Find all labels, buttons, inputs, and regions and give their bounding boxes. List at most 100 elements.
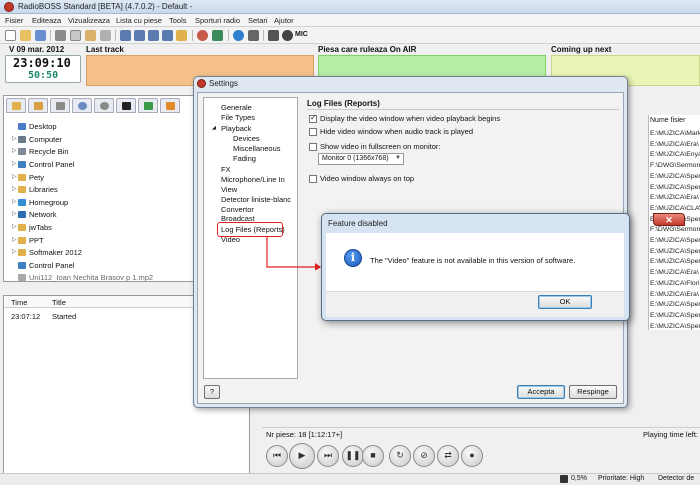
mic-label[interactable]: MIC <box>295 31 308 38</box>
shuffle-button[interactable]: ⇄ <box>437 445 459 467</box>
tools-icon[interactable] <box>268 30 279 41</box>
display-video-checkbox[interactable] <box>309 113 317 123</box>
expand-arrow-icon[interactable]: ◢ <box>212 125 216 131</box>
log-col-title[interactable]: Title <box>52 298 66 307</box>
tab-history[interactable] <box>72 98 92 113</box>
help-button[interactable]: ? <box>204 385 220 399</box>
menu-fisier[interactable]: Fisier <box>5 16 23 25</box>
menu-tools[interactable]: Tools <box>169 16 187 25</box>
folder-icon[interactable] <box>176 30 187 41</box>
microphone-icon[interactable] <box>282 30 293 41</box>
next-button[interactable]: ⏭ <box>317 445 339 467</box>
playlist-row[interactable]: E:\MUZICA\Era\ <box>650 194 699 201</box>
schedule-icon[interactable] <box>212 30 223 41</box>
play-button[interactable]: ▶ <box>289 443 315 469</box>
menu-vizualizeaza[interactable]: Vizualizeaza <box>68 16 110 25</box>
playlist-row[interactable]: E:\MUZICA\Sper <box>650 323 700 330</box>
expand-arrow-icon[interactable]: ▷ <box>12 210 17 217</box>
hide-video-checkbox[interactable] <box>309 128 317 136</box>
move-top-icon[interactable] <box>120 30 131 41</box>
expand-arrow-icon[interactable]: ▷ <box>12 147 17 154</box>
move-bottom-icon[interactable] <box>162 30 173 41</box>
move-down-icon[interactable] <box>148 30 159 41</box>
menu-sporturi-radio[interactable]: Sporturi radio <box>195 16 240 25</box>
tree-item[interactable]: Uni112_Ioan Nechita Brasov p 1.mp2 <box>18 273 153 282</box>
log-col-time[interactable]: Time <box>11 298 27 307</box>
tree-item[interactable]: Control Panel <box>18 261 74 270</box>
tree-item[interactable]: ▷ PPT <box>12 236 44 245</box>
tree-item[interactable]: ▷ Pety <box>12 173 44 182</box>
fullscreen-checkbox[interactable] <box>309 143 317 151</box>
settings-nav-item[interactable]: FX <box>221 165 231 174</box>
expand-arrow-icon[interactable]: ▷ <box>12 160 17 167</box>
tree-item[interactable]: Desktop <box>18 122 57 131</box>
expand-arrow-icon[interactable]: ▷ <box>12 135 17 142</box>
expand-arrow-icon[interactable]: ▷ <box>12 173 17 180</box>
playlist-row[interactable]: E:\MUZICA\Enya <box>650 151 700 158</box>
mic-button[interactable]: ● <box>461 445 483 467</box>
settings-nav-item[interactable]: View <box>221 185 237 194</box>
playlist-row[interactable]: E:\MUZICA\Flori <box>650 280 699 287</box>
previous-button[interactable]: ⏮ <box>266 445 288 467</box>
cancel-button[interactable]: Respinge <box>569 385 617 399</box>
playlist-row[interactable]: E:\MUZICA\Sper <box>650 184 700 191</box>
tree-item[interactable]: ▷ jwTabs <box>12 223 52 232</box>
paste-icon[interactable] <box>85 30 96 41</box>
cut-icon[interactable] <box>55 30 66 41</box>
repeat-button[interactable]: ↻ <box>389 445 411 467</box>
tab-clock[interactable] <box>94 98 114 113</box>
copy-icon[interactable] <box>70 30 81 41</box>
tree-item[interactable]: ▷ Control Panel <box>12 160 74 169</box>
playlist-row[interactable]: F:\DWG\Sermon <box>650 162 700 169</box>
playlist-row[interactable]: F:\DWG\Sermon <box>650 226 700 233</box>
settings-nav-item[interactable]: Convertor <box>221 205 254 214</box>
playlist-row[interactable]: E:\MUZICA\Sper <box>650 248 700 255</box>
playlist-row[interactable]: E:\MUZICA\Era\ <box>650 291 699 298</box>
playlist-row[interactable]: E:\MUZICA\Sper <box>650 173 700 180</box>
menu-ajutor[interactable]: Ajutor <box>274 16 294 25</box>
menu-setari[interactable]: Setari <box>248 16 268 25</box>
playlist-row[interactable]: E:\MUZICA\Mark <box>650 130 700 137</box>
new-file-icon[interactable] <box>5 30 16 41</box>
accept-button[interactable]: Accepta <box>517 385 565 399</box>
tree-item[interactable]: ▷ Softmaker 2012 <box>12 248 82 257</box>
playlist-row[interactable]: E:\MUZICA\Era\ <box>650 269 699 276</box>
tree-item[interactable]: ▷ Network <box>12 210 57 219</box>
tab-search[interactable] <box>28 98 48 113</box>
tree-item[interactable]: ▷ Recycle Bin <box>12 147 69 156</box>
settings-nav-item[interactable]: File Types <box>221 113 255 122</box>
playlist-row[interactable]: E:\MUZICA\CLAV <box>650 205 700 212</box>
expand-arrow-icon[interactable]: ▷ <box>12 185 17 192</box>
menu-editeaza[interactable]: Editeaza <box>32 16 61 25</box>
settings-nav-item[interactable]: Microphone/Line In <box>221 175 285 184</box>
settings-nav-item[interactable]: Miscellaneous <box>233 144 281 153</box>
stop-after-button[interactable]: ⊘ <box>413 445 435 467</box>
settings-nav-item[interactable]: Detector liniste-blanc <box>221 195 291 204</box>
settings-nav-item[interactable]: Generale <box>221 103 252 112</box>
globe-icon[interactable] <box>233 30 244 41</box>
monitor-select[interactable]: Monitor 0 (1366x768) ▼ <box>318 153 404 165</box>
playlist-row[interactable]: E:\MUZICA\Sper <box>650 312 700 319</box>
playlist-col-filename[interactable]: Nume fisier <box>650 117 685 124</box>
options-icon[interactable] <box>248 30 259 41</box>
close-button[interactable]: ✕ <box>653 213 685 226</box>
expand-arrow-icon[interactable]: ▷ <box>12 198 17 205</box>
tab-terminal[interactable] <box>116 98 136 113</box>
playlist-row[interactable]: E:\MUZICA\Sper <box>650 237 700 244</box>
expand-arrow-icon[interactable]: ▷ <box>12 223 17 230</box>
playlist-row[interactable]: E:\MUZICA\Era\ <box>650 141 699 148</box>
pause-button[interactable]: ❚❚ <box>342 445 364 467</box>
move-up-icon[interactable] <box>134 30 145 41</box>
playlist-row[interactable]: E:\MUZICA\Sper <box>650 258 700 265</box>
always-on-top-checkbox[interactable] <box>309 175 317 183</box>
settings-nav-item[interactable]: Playback <box>221 124 251 133</box>
settings-nav-item[interactable]: Fading <box>233 154 256 163</box>
settings-nav-item[interactable]: Devices <box>233 134 260 143</box>
save-icon[interactable] <box>35 30 46 41</box>
record-icon[interactable] <box>197 30 208 41</box>
tab-attachments[interactable] <box>50 98 70 113</box>
expand-arrow-icon[interactable]: ▷ <box>12 248 17 255</box>
tab-plugins[interactable] <box>138 98 158 113</box>
playlist-row[interactable]: E:\MUZICA\Sper <box>650 301 700 308</box>
tab-folders[interactable] <box>6 98 26 113</box>
